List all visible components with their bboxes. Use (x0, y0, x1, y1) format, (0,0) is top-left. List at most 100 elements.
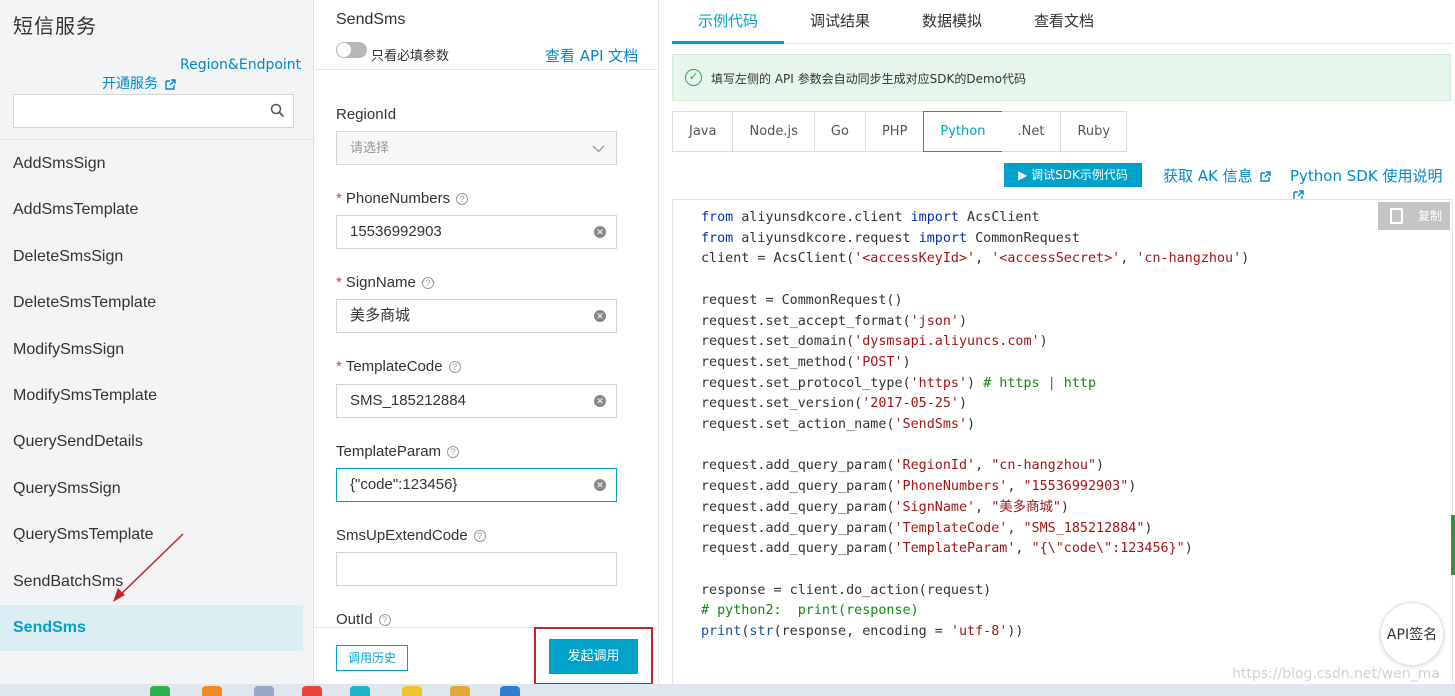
templateparam-label: TemplateParam? (336, 443, 460, 460)
sidebar-item-querysenddetails[interactable]: QuerySendDetails (0, 419, 303, 465)
debug-sdk-label: 调试SDK示例代码 (1031, 168, 1128, 182)
templateparam-value: {"code":123456} (350, 476, 458, 493)
required-only-label: 只看必填参数 (371, 49, 450, 64)
clear-icon[interactable]: ✕ (594, 310, 606, 322)
required-only-toggle[interactable] (336, 42, 367, 58)
tab-debug-result[interactable]: 调试结果 (810, 10, 870, 31)
templateparam-input[interactable]: {"code":123456} ✕ (336, 468, 617, 502)
debug-sdk-sample-button[interactable]: ▶ 调试SDK示例代码 (1004, 163, 1142, 187)
help-icon[interactable]: ? (473, 530, 486, 543)
taskbar-app-icon[interactable] (302, 686, 322, 696)
help-icon[interactable]: ? (421, 277, 434, 290)
region-endpoint-link[interactable]: Region&Endpoint (180, 57, 301, 73)
lang-tab-go[interactable]: Go (814, 112, 866, 151)
external-link-icon (165, 78, 177, 90)
check-circle-icon: ✓ (685, 69, 702, 86)
signname-label: * SignName? (336, 274, 434, 291)
copy-label: 复制 (1417, 209, 1442, 223)
regionid-label: RegionId (336, 106, 396, 123)
taskbar-app-icon[interactable] (254, 686, 274, 696)
lang-tab-nodejs[interactable]: Node.js (733, 112, 815, 151)
smsupextendcode-input[interactable] (336, 552, 617, 586)
tab-view-docs[interactable]: 查看文档 (1034, 10, 1094, 31)
tab-data-mock[interactable]: 数据模拟 (922, 10, 982, 31)
smsupextendcode-label: SmsUpExtendCode? (336, 527, 486, 544)
lang-tab-java[interactable]: Java (673, 112, 734, 151)
tab-sample-code[interactable]: 示例代码 (698, 10, 758, 31)
lang-tab-python[interactable]: Python (923, 111, 1003, 152)
sidebar-item-querysmssign[interactable]: QuerySmsSign (0, 466, 303, 512)
templatecode-label: * TemplateCode? (336, 358, 461, 375)
get-ak-info-label: 获取 AK 信息 (1163, 167, 1253, 185)
sidebar-item-deletesmstemplate[interactable]: DeleteSmsTemplate (0, 280, 303, 326)
phonenumbers-input[interactable]: 15536992903 ✕ (336, 215, 617, 249)
call-history-button[interactable]: 调用历史 (336, 645, 408, 671)
smsupextendcode-label-text: SmsUpExtendCode (336, 527, 468, 544)
clear-icon[interactable]: ✕ (594, 226, 606, 238)
help-icon[interactable]: ? (448, 361, 461, 374)
code-panel: 示例代码 调试结果 数据模拟 查看文档 ✓ 填写左侧的 API 参数会自动同步生… (660, 0, 1455, 685)
sidebar-item-addsmssign[interactable]: AddSmsSign (0, 141, 303, 187)
view-api-doc-link[interactable]: 查看 API 文档 (545, 45, 638, 66)
result-tabs: 示例代码 调试结果 数据模拟 查看文档 (672, 0, 1452, 44)
parameter-form: SendSms 只看必填参数 查看 API 文档 RegionId 请选择 * P… (315, 0, 659, 685)
phonenumbers-label: * PhoneNumbers? (336, 190, 469, 207)
invoke-call-button[interactable]: 发起调用 (549, 639, 638, 674)
help-icon[interactable]: ? (447, 446, 460, 459)
phonenumbers-value: 15536992903 (350, 223, 442, 240)
lang-tab-php[interactable]: PHP (865, 112, 925, 151)
form-divider (315, 69, 659, 70)
templatecode-input[interactable]: SMS_185212884 ✕ (336, 384, 617, 418)
outid-label: OutId? (336, 611, 391, 628)
clear-icon[interactable]: ✕ (594, 479, 606, 491)
templatecode-value: SMS_185212884 (350, 392, 466, 409)
sidebar-item-modifysmssign[interactable]: ModifySmsSign (0, 327, 303, 373)
taskbar-app-icon[interactable] (350, 686, 370, 696)
help-icon[interactable]: ? (378, 614, 391, 627)
taskbar-app-icon[interactable] (500, 686, 520, 696)
lang-tab-dotnet[interactable]: .Net (1001, 112, 1062, 151)
blog-watermark: https://blog.csdn.net/wen_ma (1232, 666, 1440, 682)
api-search-input[interactable] (13, 94, 294, 128)
code-editor[interactable]: 复制 from aliyunsdkcore.client import AcsC… (672, 199, 1453, 685)
taskbar-app-icon[interactable] (450, 686, 470, 696)
api-signature-button[interactable]: API签名 (1380, 602, 1444, 666)
sidebar-item-deletesmssign[interactable]: DeleteSmsSign (0, 234, 303, 280)
copy-button[interactable]: 复制 (1378, 202, 1450, 230)
api-name-title: SendSms (336, 11, 406, 28)
signname-label-text: SignName (345, 274, 416, 291)
required-marker: * (336, 358, 342, 375)
sidebar-item-addsmstemplate[interactable]: AddSmsTemplate (0, 187, 303, 233)
sync-notice: ✓ 填写左侧的 API 参数会自动同步生成对应SDK的Demo代码 (672, 54, 1451, 101)
sync-notice-text: 填写左侧的 API 参数会自动同步生成对应SDK的Demo代码 (711, 72, 1026, 86)
required-marker: * (336, 274, 342, 291)
get-ak-info-link[interactable]: 获取 AK 信息 (1163, 165, 1272, 186)
regionid-placeholder: 请选择 (350, 140, 390, 155)
active-tab-indicator (672, 41, 784, 44)
annotation-arrow-icon (113, 533, 184, 602)
os-taskbar (0, 684, 1455, 696)
api-sidebar: 短信服务 Region&Endpoint 开通服务 AddSmsSign Add… (0, 0, 314, 684)
play-icon: ▶ (1018, 168, 1032, 182)
taskbar-app-icon[interactable] (402, 686, 422, 696)
open-service-label: 开通服务 (102, 76, 158, 92)
signname-input[interactable]: 美多商城 ✕ (336, 299, 617, 333)
taskbar-app-icon[interactable] (202, 686, 222, 696)
copy-icon (1390, 208, 1403, 224)
sample-code: from aliyunsdkcore.client import AcsClie… (701, 210, 1250, 640)
open-service-link[interactable]: 开通服务 (102, 73, 177, 93)
clear-icon[interactable]: ✕ (594, 395, 606, 407)
taskbar-app-icon[interactable] (150, 686, 170, 696)
toggle-knob (337, 43, 351, 57)
scroll-edge-marker (1451, 515, 1455, 575)
language-tabs: Java Node.js Go PHP Python .Net Ruby (672, 111, 1128, 152)
templatecode-label-text: TemplateCode (345, 358, 443, 375)
sidebar-item-modifysmstemplate[interactable]: ModifySmsTemplate (0, 373, 303, 419)
search-icon[interactable] (270, 103, 285, 118)
help-icon[interactable]: ? (456, 193, 469, 206)
regionid-select[interactable]: 请选择 (336, 131, 617, 165)
sidebar-item-sendsms[interactable]: SendSms (0, 604, 303, 652)
sidebar-divider (0, 139, 314, 140)
signname-value: 美多商城 (350, 307, 411, 324)
lang-tab-ruby[interactable]: Ruby (1061, 112, 1127, 151)
